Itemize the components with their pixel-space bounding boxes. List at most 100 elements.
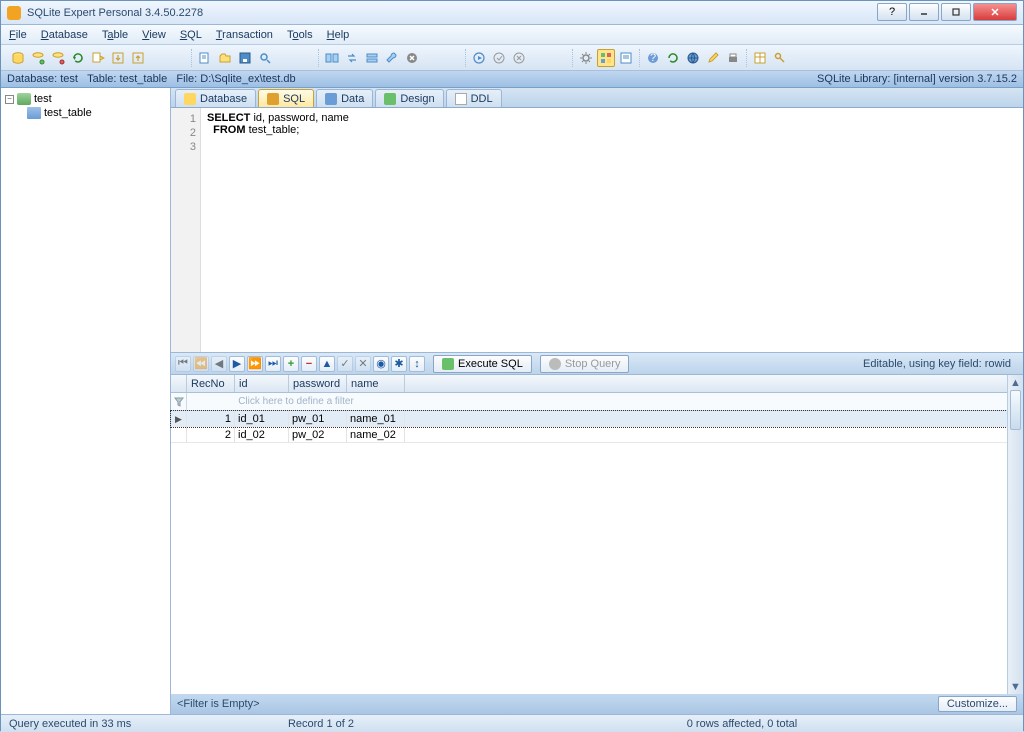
nav-filter-icon[interactable]: ✱ bbox=[391, 356, 407, 372]
tb-refresh-icon[interactable] bbox=[69, 49, 87, 67]
table-row[interactable]: 2 id_02 pw_02 name_02 bbox=[171, 427, 1007, 443]
data-tab-icon bbox=[325, 93, 337, 105]
tb-close-database-icon[interactable] bbox=[49, 49, 67, 67]
tb-open-database-icon[interactable] bbox=[29, 49, 47, 67]
stop-query-label: Stop Query bbox=[565, 358, 621, 370]
tb-export-icon[interactable] bbox=[129, 49, 147, 67]
nav-next-icon[interactable]: ▶ bbox=[229, 356, 245, 372]
table-label: Table: bbox=[87, 73, 116, 85]
grid-header-name[interactable]: name bbox=[347, 375, 405, 392]
cell-recno[interactable]: 2 bbox=[187, 427, 235, 443]
menu-table[interactable]: Table bbox=[102, 29, 128, 41]
nav-bookmark-icon[interactable]: ◉ bbox=[373, 356, 389, 372]
tb-log-icon[interactable] bbox=[617, 49, 635, 67]
maximize-button[interactable] bbox=[941, 3, 971, 21]
cell-name[interactable]: name_01 bbox=[347, 411, 405, 427]
tb-server-icon[interactable] bbox=[363, 49, 381, 67]
nav-first-icon[interactable]: ⏮ bbox=[175, 356, 191, 372]
tb-open-sql-icon[interactable] bbox=[216, 49, 234, 67]
execute-sql-button[interactable]: Execute SQL bbox=[433, 355, 532, 373]
sql-editor[interactable]: 123 SELECT id, password, name FROM test_… bbox=[171, 108, 1023, 353]
tb-options-icon[interactable] bbox=[577, 49, 595, 67]
cell-name[interactable]: name_02 bbox=[347, 427, 405, 443]
row-indicator-icon: ▶ bbox=[171, 411, 187, 427]
tb-print-icon[interactable] bbox=[724, 49, 742, 67]
nav-cancel-icon[interactable]: ✕ bbox=[355, 356, 371, 372]
cell-id[interactable]: id_01 bbox=[235, 411, 289, 427]
menu-sql[interactable]: SQL bbox=[180, 29, 202, 41]
tb-table-icon[interactable] bbox=[751, 49, 769, 67]
tb-execute-script-icon[interactable] bbox=[89, 49, 107, 67]
tb-find-icon[interactable] bbox=[256, 49, 274, 67]
database-tab-icon bbox=[184, 93, 196, 105]
tab-data[interactable]: Data bbox=[316, 89, 373, 107]
nav-delete-icon[interactable]: − bbox=[301, 356, 317, 372]
scroll-thumb[interactable] bbox=[1010, 390, 1021, 430]
menu-view[interactable]: View bbox=[142, 29, 166, 41]
table-row[interactable]: ▶ 1 id_01 pw_01 name_01 bbox=[171, 411, 1007, 427]
vertical-scrollbar[interactable]: ▲ ▼ bbox=[1007, 375, 1023, 694]
tb-save-sql-icon[interactable] bbox=[236, 49, 254, 67]
grid-header-recno[interactable]: RecNo bbox=[187, 375, 235, 392]
grid-indicator-header[interactable] bbox=[171, 375, 187, 392]
tree-db-label: test bbox=[34, 93, 52, 105]
tab-ddl[interactable]: DDL bbox=[446, 89, 502, 107]
tree-table-node[interactable]: test_table bbox=[25, 106, 168, 120]
tab-sql[interactable]: SQL bbox=[258, 89, 314, 107]
cell-recno[interactable]: 1 bbox=[187, 411, 235, 427]
filter-prompt[interactable]: Click here to define a filter bbox=[187, 393, 405, 410]
nav-expand-icon[interactable]: ↕ bbox=[409, 356, 425, 372]
tb-rollback-icon[interactable] bbox=[510, 49, 528, 67]
help-button[interactable]: ? bbox=[877, 3, 907, 21]
scroll-up-icon[interactable]: ▲ bbox=[1008, 375, 1023, 390]
grid-header-id[interactable]: id bbox=[235, 375, 289, 392]
tb-new-sql-icon[interactable] bbox=[196, 49, 214, 67]
nav-prev-page-icon[interactable]: ⏪ bbox=[193, 356, 209, 372]
menu-transaction[interactable]: Transaction bbox=[216, 29, 273, 41]
cell-password[interactable]: pw_01 bbox=[289, 411, 347, 427]
tb-begin-transaction-icon[interactable] bbox=[470, 49, 488, 67]
tb-key-icon[interactable] bbox=[771, 49, 789, 67]
tab-design[interactable]: Design bbox=[375, 89, 443, 107]
grid-filter-row[interactable]: Click here to define a filter bbox=[171, 393, 1007, 411]
nav-next-page-icon[interactable]: ⏩ bbox=[247, 356, 263, 372]
nav-prev-icon[interactable]: ◀ bbox=[211, 356, 227, 372]
nav-edit-icon[interactable]: ▲ bbox=[319, 356, 335, 372]
menu-tools[interactable]: Tools bbox=[287, 29, 313, 41]
stop-query-button[interactable]: Stop Query bbox=[540, 355, 630, 373]
menu-file[interactable]: File bbox=[9, 29, 27, 41]
tb-commit-icon[interactable] bbox=[490, 49, 508, 67]
cell-id[interactable]: id_02 bbox=[235, 427, 289, 443]
tb-help-icon[interactable]: ? bbox=[644, 49, 662, 67]
tb-cancel-icon[interactable] bbox=[403, 49, 421, 67]
nav-post-icon[interactable]: ✓ bbox=[337, 356, 353, 372]
tb-object-browser-icon[interactable] bbox=[597, 49, 615, 67]
tab-design-label: Design bbox=[400, 93, 434, 105]
tree-table-label: test_table bbox=[44, 107, 92, 119]
tab-database[interactable]: Database bbox=[175, 89, 256, 107]
menu-database[interactable]: Database bbox=[41, 29, 88, 41]
minimize-button[interactable] bbox=[909, 3, 939, 21]
tree-database-node[interactable]: − test bbox=[3, 92, 168, 106]
execute-sql-label: Execute SQL bbox=[458, 358, 523, 370]
tb-new-database-icon[interactable] bbox=[9, 49, 27, 67]
nav-last-icon[interactable]: ⏭ bbox=[265, 356, 281, 372]
tb-data-transfer-icon[interactable] bbox=[343, 49, 361, 67]
tb-edit-icon[interactable] bbox=[704, 49, 722, 67]
tb-import-icon[interactable] bbox=[109, 49, 127, 67]
tree-collapse-icon[interactable]: − bbox=[5, 95, 14, 104]
tb-schema-compare-icon[interactable] bbox=[323, 49, 341, 67]
close-button[interactable] bbox=[973, 3, 1017, 21]
customize-filter-button[interactable]: Customize... bbox=[938, 696, 1017, 712]
tb-repair-icon[interactable] bbox=[383, 49, 401, 67]
stop-icon bbox=[549, 358, 561, 370]
nav-insert-icon[interactable]: + bbox=[283, 356, 299, 372]
scroll-down-icon[interactable]: ▼ bbox=[1008, 679, 1023, 694]
grid-header-password[interactable]: password bbox=[289, 375, 347, 392]
menu-help[interactable]: Help bbox=[327, 29, 350, 41]
tb-refresh-schema-icon[interactable] bbox=[664, 49, 682, 67]
sql-code[interactable]: SELECT id, password, name FROM test_tabl… bbox=[201, 108, 1023, 352]
filter-funnel-icon[interactable] bbox=[171, 393, 187, 410]
tb-globe-icon[interactable] bbox=[684, 49, 702, 67]
cell-password[interactable]: pw_02 bbox=[289, 427, 347, 443]
